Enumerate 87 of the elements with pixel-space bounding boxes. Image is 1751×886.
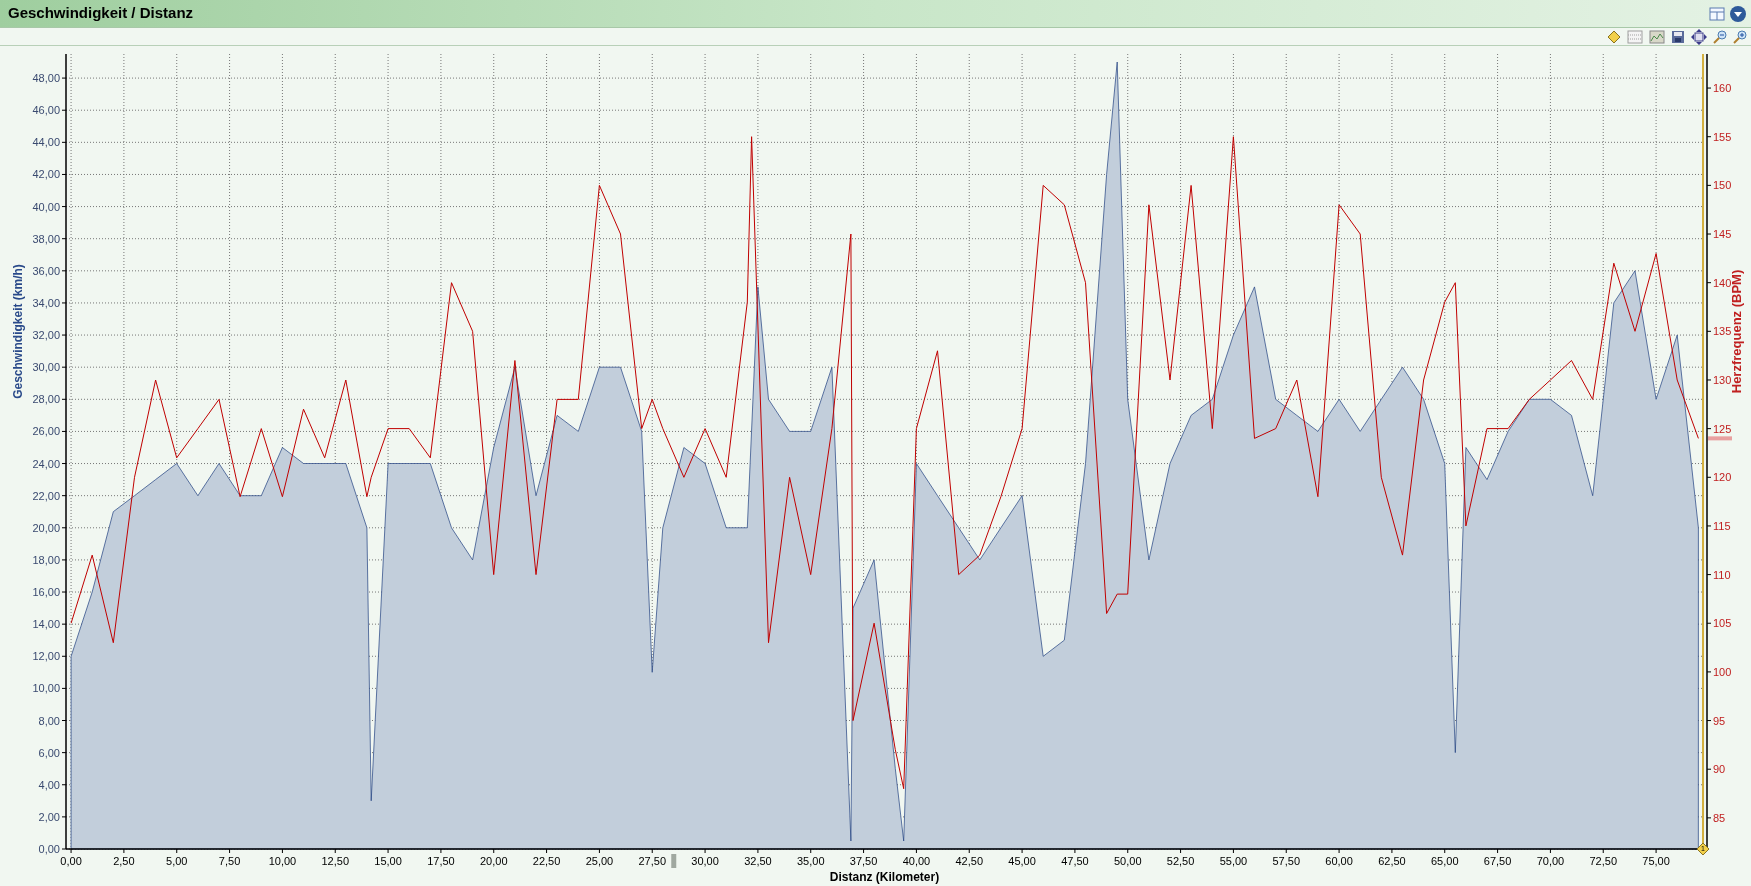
x-tick-label: 45,00	[1008, 855, 1036, 867]
y-tick-label: 32,00	[32, 329, 60, 342]
x-tick-label: 67,50	[1483, 855, 1512, 867]
x-tick-label: 70,00	[1536, 855, 1565, 867]
y-tick-label: 10,00	[32, 682, 60, 695]
y-tick-label: 36,00	[32, 264, 60, 277]
x-tick-label: 15,00	[374, 855, 402, 867]
x-tick-label: 20,00	[480, 855, 508, 867]
y-tick-label: 16,00	[32, 586, 60, 599]
y-tick-label: 150	[1713, 179, 1732, 192]
x-tick-label: 22,50	[532, 855, 561, 867]
y-tick-label: 18,00	[32, 553, 60, 566]
y-tick-label: 135	[1713, 325, 1732, 338]
y-tick-label: 20,00	[32, 521, 60, 534]
y-tick-label: 140	[1713, 276, 1732, 289]
axis-marker-icon[interactable]	[671, 854, 677, 868]
x-tick-label: 75,00	[1642, 855, 1670, 867]
x-tick-label: 7,50	[218, 855, 241, 867]
y-tick-label: 8,00	[38, 714, 60, 727]
x-tick-label: 2,50	[113, 855, 135, 867]
x-tick-label: 57,50	[1272, 855, 1300, 867]
y-tick-label: 40,00	[32, 200, 60, 213]
x-axis-title: Distanz (Kilometer)	[829, 870, 940, 884]
x-tick-label: 50,00	[1114, 855, 1142, 867]
x-tick-label: 27,50	[638, 855, 666, 867]
y-tick-label: 6,00	[38, 746, 60, 759]
y-tick-label: 120	[1713, 471, 1732, 484]
y-tick-label: 105	[1713, 617, 1732, 630]
y-tick-label: 115	[1713, 519, 1731, 532]
y-tick-label: 95	[1713, 714, 1726, 727]
y-tick-label: 28,00	[32, 393, 60, 406]
x-tick-label: 32,50	[744, 855, 772, 867]
cursor-line-drawing[interactable]	[1696, 54, 1710, 856]
zoom-out-icon[interactable]	[1713, 29, 1727, 44]
y-tick-label: 100	[1713, 665, 1732, 678]
x-tick-label: 55,00	[1219, 855, 1248, 867]
x-tick-label: 72,50	[1589, 855, 1617, 867]
zoom-in-icon[interactable]	[1733, 29, 1747, 44]
y-tick-label: 26,00	[32, 425, 60, 438]
y-tick-label: 14,00	[32, 618, 60, 631]
chart-icon[interactable]	[1649, 29, 1665, 44]
x-tick-label: 10,00	[268, 855, 297, 867]
y-tick-label: 44,00	[32, 136, 60, 149]
x-tick-label: 30,00	[691, 855, 719, 867]
axis-marker-icon[interactable]	[1708, 436, 1732, 441]
y-tick-label: 0,00	[38, 843, 60, 855]
y-tick-label: 46,00	[32, 104, 60, 117]
y-tick-label: 2,00	[38, 810, 60, 823]
y-tick-label: 90	[1713, 763, 1726, 776]
x-tick-label: 12,50	[321, 855, 349, 867]
x-tick-label: 25,00	[585, 855, 614, 867]
x-tick-label: 17,50	[427, 855, 455, 867]
y-tick-label: 110	[1713, 568, 1731, 581]
x-tick-label: 5,00	[166, 855, 188, 867]
y-tick-label: 30,00	[32, 361, 60, 374]
x-tick-label: 52,50	[1166, 855, 1195, 867]
x-tick-label: 47,50	[1061, 855, 1089, 867]
y-tick-label: 4,00	[38, 778, 60, 791]
y-tick-label: 22,00	[32, 489, 60, 502]
x-tick-label: 62,50	[1378, 855, 1406, 867]
y-tick-label: 130	[1713, 374, 1732, 386]
x-tick-label: 60,00	[1325, 855, 1353, 867]
y-tick-label: 155	[1713, 130, 1732, 143]
y-tick-label: 145	[1713, 228, 1732, 240]
x-tick-label: 42,50	[955, 855, 983, 867]
y-tick-label: 125	[1713, 422, 1732, 435]
save-icon[interactable]	[1671, 29, 1685, 44]
layout-icon[interactable]	[1709, 6, 1725, 21]
diamond-icon[interactable]	[1607, 29, 1621, 44]
move-arrows-icon[interactable]	[1691, 28, 1707, 45]
y-tick-label: 34,00	[32, 296, 60, 309]
x-tick-label: 0,00	[60, 855, 82, 867]
y-tick-label: 48,00	[32, 72, 60, 85]
x-tick-label: 37,50	[849, 855, 878, 867]
x-tick-label: 40,00	[902, 855, 931, 867]
window-title: Geschwindigkeit / Distanz	[8, 3, 194, 24]
y-tick-label: 24,00	[32, 457, 60, 470]
y-tick-label: 42,00	[32, 168, 60, 181]
y-tick-label: 85	[1713, 811, 1726, 824]
y-tick-label: 12,00	[32, 650, 60, 663]
x-tick-label: 35,00	[797, 855, 825, 867]
y-tick-label: 160	[1713, 82, 1732, 95]
dropdown-icon[interactable]	[1729, 4, 1747, 23]
y-tick-label: 38,00	[32, 232, 60, 245]
y-axis-title: Herzfrequenz (BPM)	[1729, 269, 1744, 394]
y-axis-title: Geschwindigkeit (km/h)	[11, 264, 25, 399]
x-tick-label: 65,00	[1431, 855, 1459, 867]
